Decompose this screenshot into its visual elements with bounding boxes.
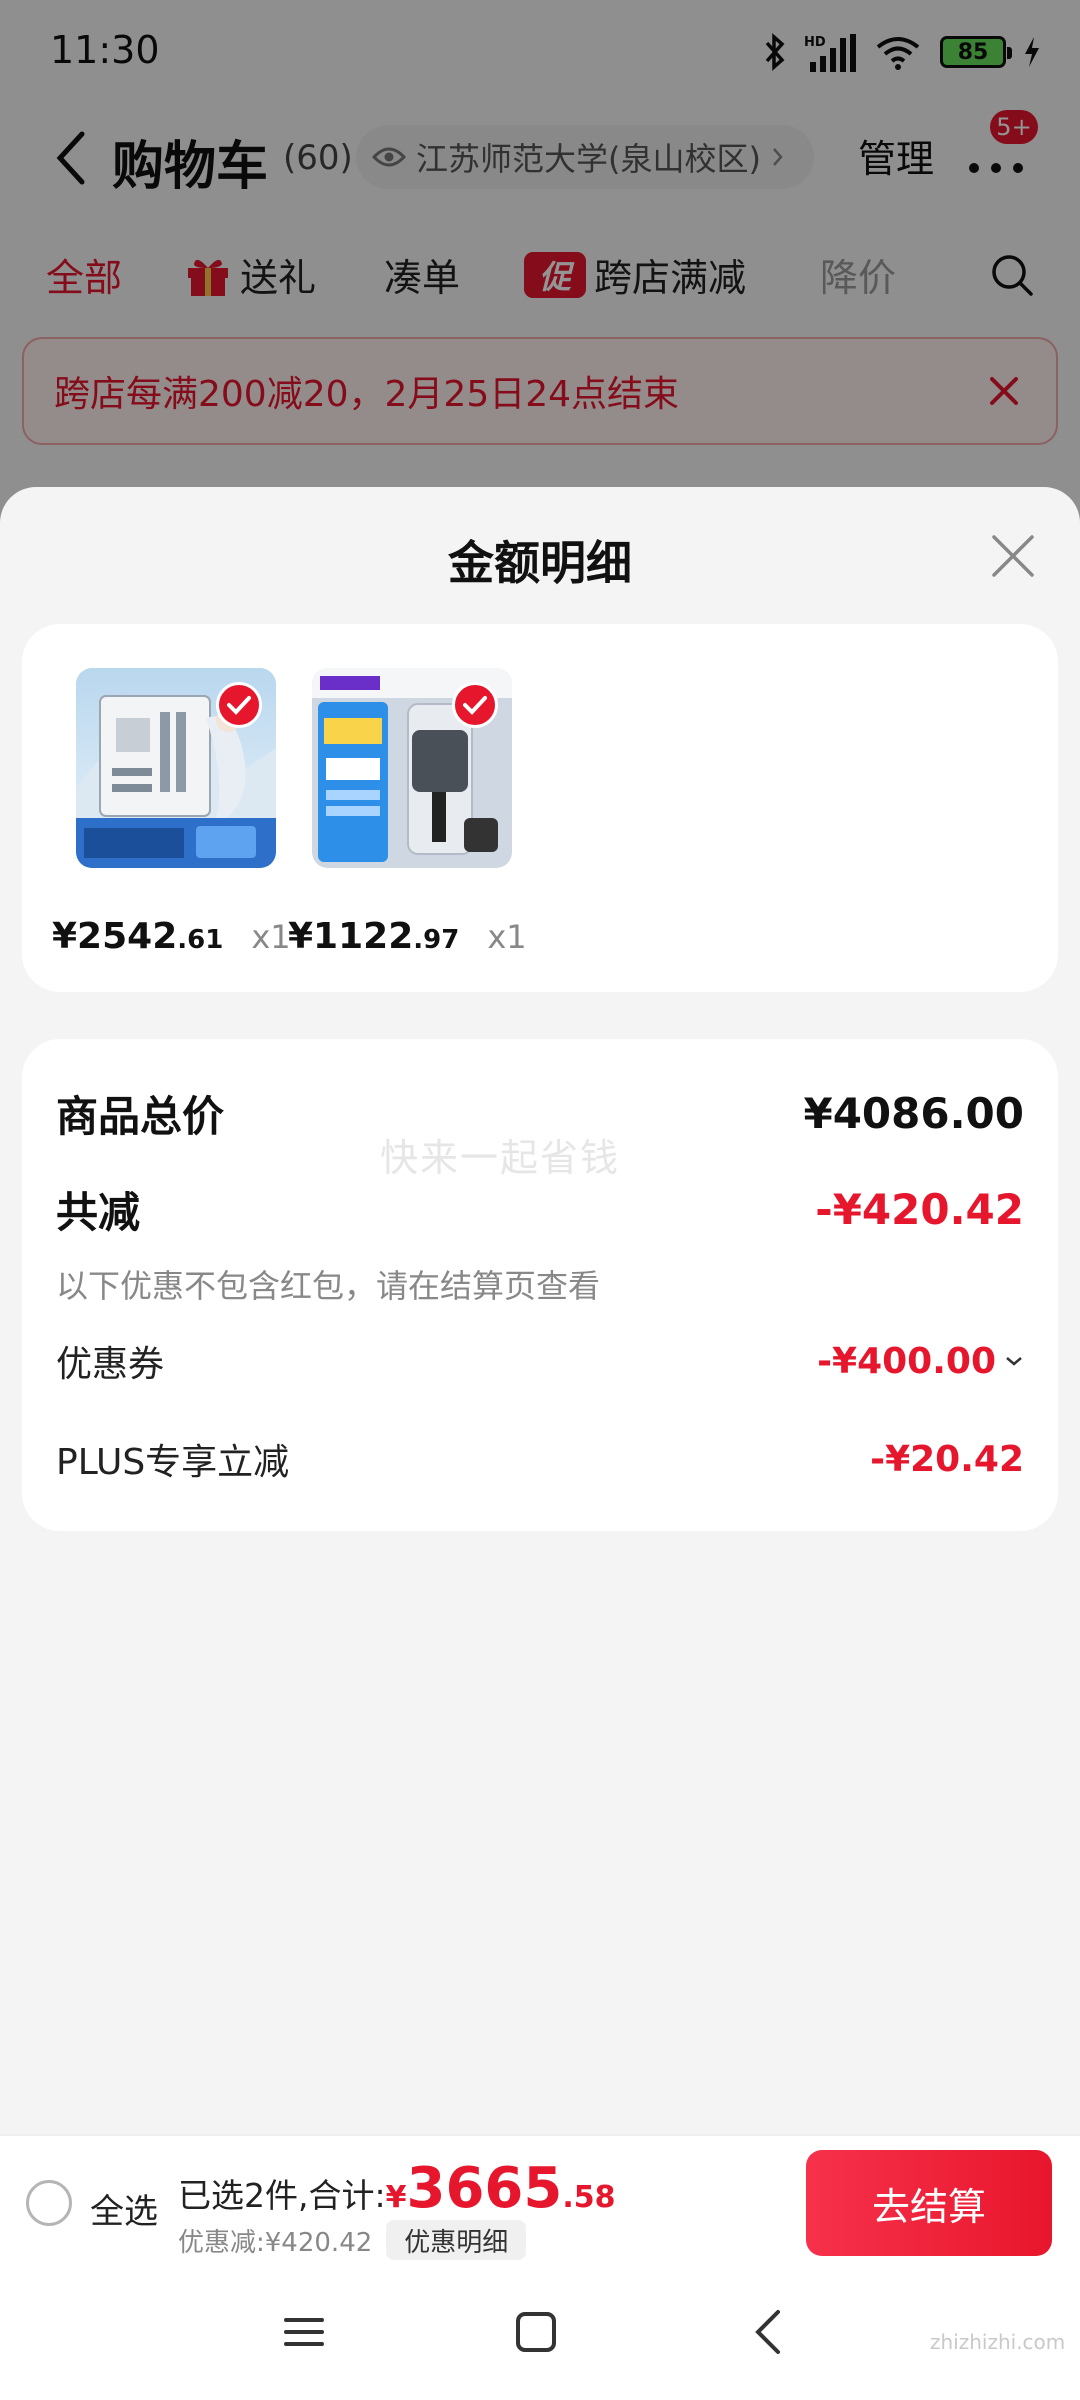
chevron-down-icon	[1006, 1357, 1022, 1366]
amount-detail-sheet: 金额明细 ¥2542 .61 x1 ¥1122 .97 x1 商品总价 ¥408…	[0, 487, 1080, 2134]
discount-note: 以下优惠不包含红包，请在结算页查看	[56, 1267, 601, 1305]
plus-discount-row: PLUS专享立减 -¥20.42	[56, 1433, 1024, 1485]
select-all-radio[interactable]	[26, 2180, 72, 2226]
home-icon[interactable]	[506, 2302, 566, 2362]
product-quantity: x1	[487, 918, 527, 956]
sheet-title: 金额明细	[448, 536, 632, 590]
selected-check-icon	[452, 682, 498, 728]
total-value: ¥4086.00	[803, 1089, 1024, 1138]
product-quantity: x1	[251, 918, 291, 956]
product-price: ¥1122	[288, 916, 414, 957]
product-image	[76, 668, 276, 868]
discount-value: -¥420.42	[815, 1185, 1024, 1234]
checkout-button[interactable]: 去结算	[806, 2150, 1052, 2256]
product-price-decimal: .97	[413, 925, 460, 955]
product-item[interactable]	[76, 668, 276, 868]
coupon-row[interactable]: 优惠券 -¥400.00	[56, 1335, 1024, 1387]
discount-row: 共减 -¥420.42	[56, 1179, 1024, 1240]
system-navigation-bar: zhizhizhi.com	[0, 2268, 1080, 2400]
discount-summary: 优惠减:¥420.42 优惠明细	[178, 2220, 527, 2260]
product-image	[312, 668, 512, 868]
total-currency: ¥	[385, 2180, 407, 2215]
product-list-card: ¥2542 .61 x1 ¥1122 .97 x1	[22, 624, 1058, 992]
site-watermark: zhizhizhi.com	[930, 2330, 1066, 2354]
product-price-row: ¥2542 .61 x1	[52, 916, 291, 957]
total-decimal: .58	[562, 2180, 616, 2215]
discount-amount: 优惠减:¥420.42	[178, 2227, 373, 2258]
checkout-bar: 全选 已选2件,合计: ¥ 3665 .58 优惠减:¥420.42 优惠明细 …	[0, 2134, 1080, 2268]
coupon-label: 优惠券	[56, 1344, 165, 1385]
price-summary-card: 商品总价 ¥4086.00 共减 -¥420.42 以下优惠不包含红包，请在结算…	[22, 1039, 1058, 1531]
selected-check-icon	[216, 682, 262, 728]
discount-label: 共减	[56, 1188, 141, 1237]
select-all-label[interactable]: 全选	[90, 2184, 158, 2233]
coupon-value-wrap: -¥400.00	[817, 1341, 1024, 1382]
coupon-value: -¥400.00	[817, 1340, 996, 1382]
close-icon[interactable]	[988, 531, 1038, 581]
product-price: ¥2542	[52, 916, 178, 957]
plus-label: PLUS专享立减	[56, 1442, 290, 1483]
product-price-row: ¥1122 .97 x1	[288, 916, 527, 957]
selected-summary: 已选2件,合计: ¥ 3665 .58	[178, 2156, 616, 2221]
total-amount: 3665	[406, 2156, 563, 2221]
summary-label: 已选2件,合计:	[178, 2176, 386, 2215]
menu-icon[interactable]	[274, 2302, 334, 2362]
watermark-text: 快来一起省钱	[380, 1136, 621, 1180]
plus-value: -¥20.42	[870, 1438, 1024, 1480]
back-icon[interactable]	[740, 2302, 800, 2362]
discount-detail-button[interactable]: 优惠明细	[386, 2220, 527, 2260]
product-price-decimal: .61	[177, 925, 224, 955]
total-label: 商品总价	[56, 1092, 225, 1141]
product-item[interactable]	[312, 668, 512, 868]
